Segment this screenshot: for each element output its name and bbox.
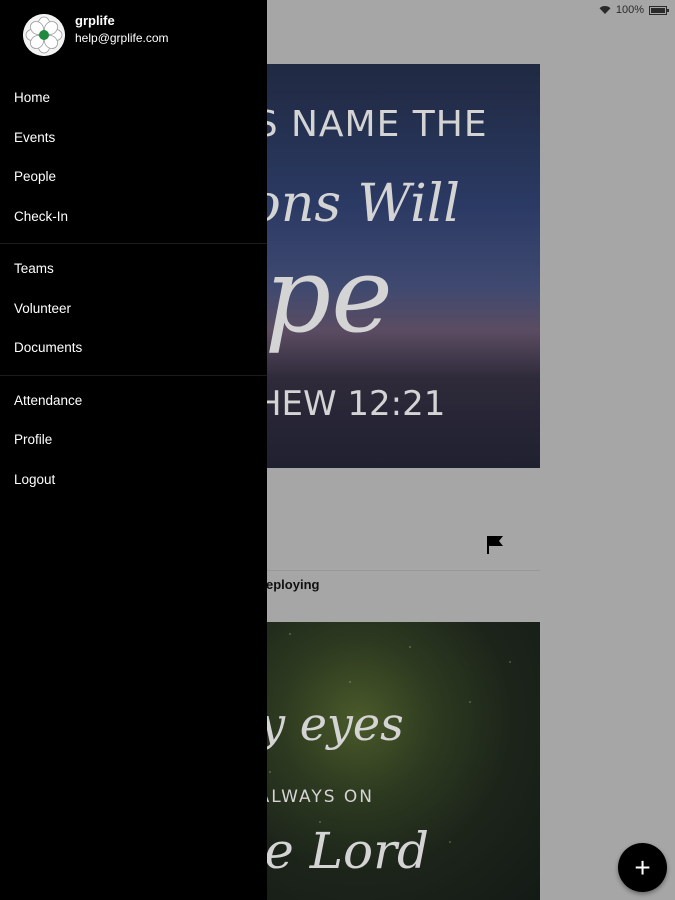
menu-item-documents[interactable]: Documents (0, 328, 267, 368)
navigation-drawer: grplife help@grplife.com Home Events Peo… (0, 0, 267, 900)
menu-item-events[interactable]: Events (0, 118, 267, 158)
menu-item-attendance[interactable]: Attendance (0, 381, 267, 421)
wifi-icon (599, 6, 611, 14)
menu-item-home[interactable]: Home (0, 78, 267, 118)
menu-group-teams: Teams Volunteer Documents (0, 249, 267, 368)
drawer-header: grplife help@grplife.com (0, 0, 267, 78)
menu-item-logout[interactable]: Logout (0, 460, 267, 500)
menu-item-volunteer[interactable]: Volunteer (0, 289, 267, 329)
user-email: help@grplife.com (75, 31, 169, 45)
logo-icon (23, 14, 65, 56)
battery-icon (649, 5, 669, 15)
menu-item-check-in[interactable]: Check-In (0, 197, 267, 237)
menu-item-profile[interactable]: Profile (0, 420, 267, 460)
menu-divider (0, 243, 267, 244)
flag-icon[interactable] (486, 535, 504, 555)
add-button[interactable]: + (618, 843, 667, 892)
menu-divider (0, 374, 267, 376)
app-name: grplife (75, 13, 115, 28)
post-text: eploying (266, 577, 320, 592)
menu-group-account: Attendance Profile Logout (0, 381, 267, 500)
battery-text: 100% (615, 4, 644, 16)
menu-item-people[interactable]: People (0, 157, 267, 197)
menu-group-main: Home Events People Check-In (0, 78, 267, 236)
menu-item-teams[interactable]: Teams (0, 249, 267, 289)
